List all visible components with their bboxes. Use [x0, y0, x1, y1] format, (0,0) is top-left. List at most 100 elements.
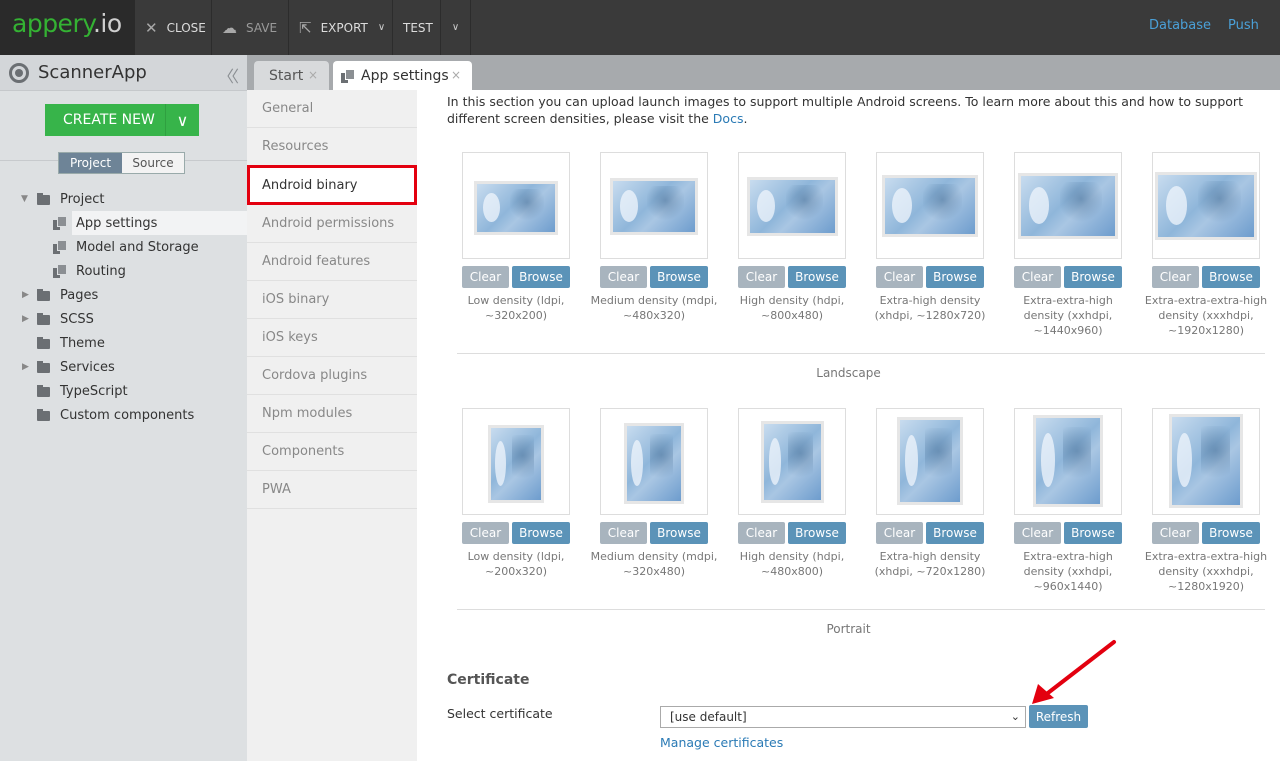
- database-link[interactable]: Database: [1149, 18, 1211, 33]
- tree-item-services[interactable]: ▶ Services: [0, 355, 247, 379]
- nav-components[interactable]: Components: [247, 433, 417, 471]
- launch-image-preview: [477, 184, 555, 232]
- collapsed-arrow-icon[interactable]: ▶: [22, 362, 29, 372]
- tree-item-custom-components[interactable]: Custom components: [0, 403, 247, 427]
- clear-button[interactable]: Clear: [600, 266, 647, 288]
- folder-icon: [37, 289, 50, 301]
- refresh-button[interactable]: Refresh: [1029, 705, 1088, 728]
- folder-icon: [37, 337, 50, 349]
- collapsed-arrow-icon[interactable]: ▶: [22, 290, 29, 300]
- chevron-down-icon[interactable]: ∨: [165, 104, 199, 136]
- clear-button[interactable]: Clear: [1014, 266, 1061, 288]
- nav-pwa[interactable]: PWA: [247, 471, 417, 509]
- test-dropdown-button[interactable]: ∨: [441, 0, 471, 55]
- nav-ios-keys[interactable]: iOS keys: [247, 319, 417, 357]
- tree-item-model-and-storage[interactable]: Model and Storage: [0, 235, 247, 259]
- browse-button[interactable]: Browse: [926, 266, 984, 288]
- nav-npm-modules[interactable]: Npm modules: [247, 395, 417, 433]
- tree-item-project[interactable]: ▼ Project: [0, 187, 247, 211]
- logo-suffix-text: .io: [92, 9, 122, 38]
- browse-button[interactable]: Browse: [1202, 522, 1260, 544]
- clear-button[interactable]: Clear: [462, 522, 509, 544]
- test-button[interactable]: TEST: [393, 0, 441, 55]
- save-button[interactable]: ☁ SAVE: [212, 0, 289, 55]
- clear-button[interactable]: Clear: [876, 266, 923, 288]
- tree-item-theme[interactable]: Theme: [0, 331, 247, 355]
- clear-button[interactable]: Clear: [462, 266, 509, 288]
- appery-logo[interactable]: appery.io: [0, 0, 135, 55]
- close-button[interactable]: ✕ CLOSE: [135, 0, 212, 55]
- image-caption: Low density (ldpi, ~320x200): [467, 294, 565, 322]
- intro-end: .: [743, 111, 748, 126]
- chevron-down-icon: ∨: [377, 22, 386, 33]
- android-binary-panel: In this section you can upload launch im…: [417, 90, 1280, 761]
- launch-image-preview: [1036, 418, 1100, 504]
- image-caption: Extra-high density (xhdpi, ~720x1280): [874, 550, 986, 578]
- clear-button[interactable]: Clear: [1152, 266, 1199, 288]
- nav-android-binary[interactable]: Android binary: [247, 165, 417, 205]
- create-new-button[interactable]: CREATE NEW ∨: [45, 104, 199, 136]
- browse-button[interactable]: Browse: [788, 522, 846, 544]
- tree-item-pages[interactable]: ▶ Pages: [0, 283, 247, 307]
- toggle-source[interactable]: Source: [122, 153, 184, 173]
- browse-button[interactable]: Browse: [1064, 266, 1122, 288]
- tree-item-label: SCSS: [60, 311, 94, 327]
- clear-button[interactable]: Clear: [1014, 522, 1061, 544]
- tree-item-typescript[interactable]: TypeScript: [0, 379, 247, 403]
- file-icon: [53, 264, 67, 278]
- export-label: EXPORT: [320, 20, 368, 35]
- collapse-sidebar-icon[interactable]: 〈〈: [218, 63, 239, 87]
- browse-button[interactable]: Browse: [926, 522, 984, 544]
- group-divider: [457, 353, 1265, 354]
- clear-button[interactable]: Clear: [600, 522, 647, 544]
- close-tab-icon[interactable]: ×: [451, 68, 461, 82]
- certificate-select[interactable]: [use default] ⌄: [660, 706, 1026, 728]
- clear-button[interactable]: Clear: [738, 266, 785, 288]
- browse-button[interactable]: Browse: [512, 522, 570, 544]
- nav-resources[interactable]: Resources: [247, 128, 417, 166]
- browse-button[interactable]: Browse: [1064, 522, 1122, 544]
- collapsed-arrow-icon[interactable]: ▶: [22, 314, 29, 324]
- image-caption: High density (hdpi, ~480x800): [739, 550, 845, 578]
- nav-android-permissions[interactable]: Android permissions: [247, 205, 417, 243]
- browse-button[interactable]: Browse: [650, 266, 708, 288]
- close-label: CLOSE: [166, 20, 206, 35]
- browse-button[interactable]: Browse: [512, 266, 570, 288]
- clear-button[interactable]: Clear: [738, 522, 785, 544]
- launch-image-preview: [1172, 417, 1240, 505]
- tree-item-scss[interactable]: ▶ SCSS: [0, 307, 247, 331]
- close-tab-icon[interactable]: ×: [308, 68, 318, 82]
- tree-item-app-settings[interactable]: App settings: [0, 211, 247, 235]
- nav-android-features[interactable]: Android features: [247, 243, 417, 281]
- export-button[interactable]: ⇱ EXPORT ∨: [289, 0, 393, 55]
- clear-button[interactable]: Clear: [876, 522, 923, 544]
- settings-file-icon: [341, 69, 355, 83]
- toggle-project[interactable]: Project: [59, 153, 122, 173]
- nav-ios-binary[interactable]: iOS binary: [247, 281, 417, 319]
- arrow-head: [1032, 684, 1054, 704]
- tree-item-routing[interactable]: Routing: [0, 259, 247, 283]
- image-thumbnail: [600, 152, 708, 259]
- expanded-arrow-icon[interactable]: ▼: [21, 194, 28, 204]
- tab-start[interactable]: Start ×: [254, 61, 329, 90]
- launch-image-preview: [750, 180, 835, 233]
- image-caption: Extra-extra-extra-high density (xxxhdpi,…: [1144, 294, 1268, 337]
- folder-icon: [37, 409, 50, 421]
- browse-button[interactable]: Browse: [1202, 266, 1260, 288]
- chevron-down-icon: ⌄: [1010, 710, 1020, 723]
- manage-certificates-link[interactable]: Manage certificates: [660, 735, 783, 750]
- push-link[interactable]: Push: [1228, 18, 1259, 33]
- tree-item-label: Custom components: [60, 407, 195, 423]
- browse-button[interactable]: Browse: [788, 266, 846, 288]
- clear-button[interactable]: Clear: [1152, 522, 1199, 544]
- tree-item-label: Project: [60, 191, 105, 207]
- nav-general[interactable]: General: [247, 90, 417, 128]
- tab-app-settings[interactable]: App settings ×: [333, 61, 472, 90]
- sidebar-header: ScannerApp 〈〈: [0, 55, 247, 91]
- nav-cordova-plugins[interactable]: Cordova plugins: [247, 357, 417, 395]
- launch-image-preview: [1158, 175, 1254, 237]
- browse-button[interactable]: Browse: [650, 522, 708, 544]
- close-icon: ✕: [145, 18, 158, 37]
- launch-image-preview: [491, 428, 541, 500]
- docs-link[interactable]: Docs: [713, 111, 744, 126]
